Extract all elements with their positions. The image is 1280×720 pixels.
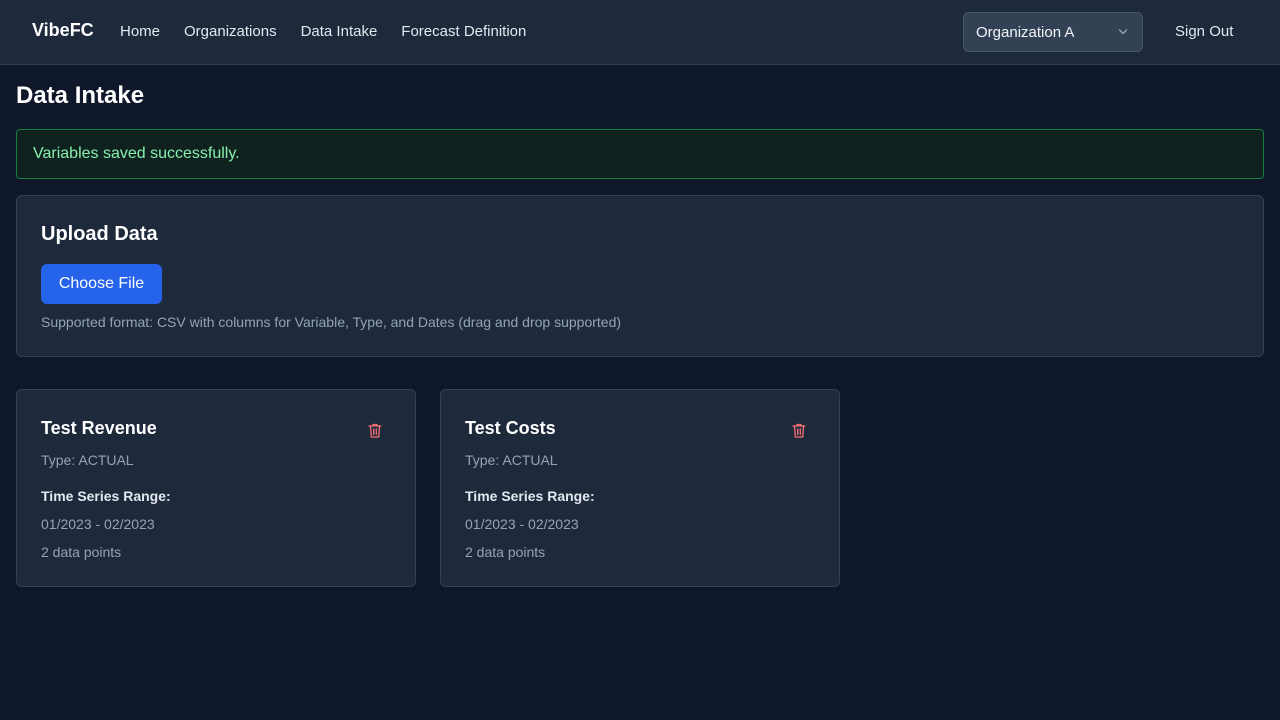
page-title: Data Intake — [16, 82, 145, 109]
variable-card: Test Costs Type: ACTUAL Time Series Rang… — [440, 389, 840, 587]
upload-format-hint: Supported format: CSV with columns for V… — [41, 314, 622, 330]
data-points-count: 2 data points — [465, 544, 546, 560]
upload-data-card: Upload Data Choose File Supported format… — [16, 195, 1264, 357]
brand-logo[interactable]: VibeFC — [32, 20, 94, 41]
top-navbar: VibeFC Home Organizations Data Intake Fo… — [0, 0, 1280, 65]
variable-card: Test Revenue Type: ACTUAL Time Series Ra… — [16, 389, 416, 587]
choose-file-button[interactable]: Choose File — [41, 264, 162, 304]
variable-name: Test Costs — [465, 418, 556, 438]
time-series-range-label: Time Series Range: — [41, 488, 171, 504]
upload-data-title: Upload Data — [41, 223, 158, 245]
data-points-count: 2 data points — [41, 544, 122, 560]
organization-select[interactable]: Organization A — [963, 12, 1143, 52]
sign-out-button[interactable]: Sign Out — [1175, 23, 1233, 40]
nav-link-forecast-definition[interactable]: Forecast Definition — [401, 23, 526, 40]
nav-links: Home Organizations Data Intake Forecast … — [120, 23, 526, 40]
time-series-range-value: 01/2023 - 02/2023 — [465, 516, 579, 532]
chevron-down-icon — [1118, 29, 1128, 35]
variable-type: Type: ACTUAL — [465, 452, 558, 468]
trash-icon[interactable] — [791, 422, 807, 439]
trash-icon[interactable] — [367, 422, 383, 439]
variable-name: Test Revenue — [41, 418, 157, 438]
time-series-range-label: Time Series Range: — [465, 488, 595, 504]
variable-type: Type: ACTUAL — [41, 452, 134, 468]
nav-link-organizations[interactable]: Organizations — [184, 23, 277, 40]
nav-link-home[interactable]: Home — [120, 23, 160, 40]
time-series-range-value: 01/2023 - 02/2023 — [41, 516, 155, 532]
success-alert-message: Variables saved successfully. — [33, 145, 240, 162]
organization-select-value: Organization A — [976, 23, 1075, 41]
success-alert: Variables saved successfully. — [16, 129, 1264, 179]
nav-link-data-intake[interactable]: Data Intake — [301, 23, 378, 40]
